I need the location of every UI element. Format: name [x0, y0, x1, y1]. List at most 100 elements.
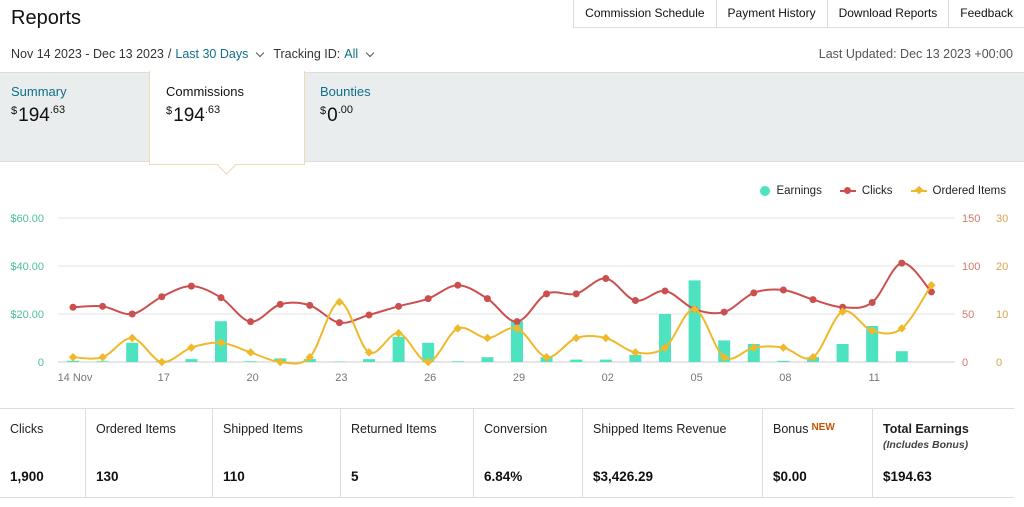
ordered-items-point — [127, 333, 137, 343]
earnings-chart: $60.00 150 30$40.00 100 20$20.00 50 100 0 014 No… — [10, 213, 1008, 384]
earnings-bar — [688, 280, 701, 362]
clicks-point — [898, 259, 906, 267]
earnings-bar — [185, 359, 198, 362]
x-tick-label: 29 — [513, 372, 525, 384]
earnings-bar — [244, 361, 257, 362]
x-tick-label: 17 — [158, 372, 170, 384]
ordered-items-point — [394, 328, 403, 338]
earnings-bar — [126, 342, 139, 362]
clicks-point — [513, 318, 521, 326]
earnings-bar — [451, 361, 464, 362]
stat-clicks: Clicks 1,900 — [0, 409, 86, 497]
ordered-items-point — [187, 343, 196, 352]
earnings-bar — [777, 360, 790, 362]
clicks-point — [483, 295, 491, 303]
y-left-tick-label: $40.00 — [10, 261, 44, 273]
clicks-point — [217, 294, 225, 302]
clicks-point — [750, 289, 758, 297]
clicks-point — [306, 301, 314, 309]
stat-shipped-items: Shipped Items 110 — [213, 409, 341, 497]
earnings-bar — [481, 357, 494, 362]
new-badge: NEW — [811, 422, 835, 433]
ordered-items-point — [483, 333, 492, 343]
stat-value: 1,900 — [10, 469, 44, 484]
stat-value: 110 — [223, 469, 245, 484]
y-right1-tick-label: 0 — [962, 357, 968, 369]
ordered-items-point — [571, 333, 581, 343]
y-right1-tick-label: 100 — [962, 261, 980, 273]
clicks-point — [335, 319, 343, 327]
clicks-point — [661, 287, 669, 295]
stat-value: 130 — [96, 469, 119, 484]
earnings-bar — [363, 359, 375, 362]
clicks-point — [69, 303, 77, 311]
clicks-point — [543, 290, 551, 298]
clicks-point — [395, 302, 403, 310]
stat-label: Bonus NEW — [773, 422, 835, 436]
stats-row: Clicks 1,900 Ordered Items 130 Shipped I… — [0, 408, 1014, 498]
stat-label: Returned Items — [351, 422, 437, 436]
clicks-point — [720, 308, 728, 316]
stat-shipped-revenue: Shipped Items Revenue $3,426.29 — [583, 409, 763, 497]
stat-returned-items: Returned Items 5 — [341, 409, 474, 497]
clicks-point — [631, 297, 639, 305]
clicks-point — [187, 282, 195, 290]
clicks-point — [454, 281, 462, 289]
clicks-point — [424, 295, 432, 303]
clicks-point — [779, 286, 787, 294]
earnings-bar — [599, 359, 612, 362]
earnings-bar — [392, 336, 405, 362]
stat-label: Shipped Items — [223, 422, 303, 436]
clicks-point — [128, 310, 136, 318]
ordered-items-point — [335, 297, 344, 307]
ordered-items-point — [601, 333, 611, 343]
stat-value: $3,426.29 — [593, 469, 654, 484]
clicks-point — [365, 311, 373, 319]
y-right2-tick-label: 30 — [996, 213, 1008, 225]
x-tick-label: 14 Nov — [58, 372, 93, 384]
stat-ordered-items: Ordered Items 130 — [86, 409, 213, 497]
stat-sublabel: (Includes Bonus) — [883, 439, 969, 451]
clicks-point — [602, 274, 610, 282]
clicks-point — [247, 318, 255, 326]
x-tick-label: 08 — [779, 372, 791, 384]
y-right2-tick-label: 10 — [996, 309, 1008, 321]
ordered-items-line — [72, 284, 933, 365]
y-right1-tick-label: 50 — [962, 309, 974, 321]
earnings-bar — [659, 314, 671, 362]
stat-value: $194.63 — [883, 469, 932, 484]
stat-label: Shipped Items Revenue — [593, 422, 727, 436]
ordered-items-point — [157, 357, 167, 367]
stat-value: 5 — [351, 469, 359, 484]
stat-value: 6.84% — [484, 469, 523, 484]
clicks-point — [809, 296, 817, 304]
clicks-point — [276, 300, 284, 308]
ordered-items-point — [246, 348, 255, 357]
x-tick-label: 23 — [335, 372, 347, 384]
earnings-bar — [570, 359, 583, 362]
y-right2-tick-label: 20 — [996, 261, 1008, 273]
x-tick-label: 11 — [868, 372, 879, 384]
stat-conversion: Conversion 6.84% — [474, 409, 583, 497]
stat-label: Ordered Items — [96, 422, 176, 436]
stat-label: Total Earnings — [883, 422, 969, 436]
x-tick-label: 05 — [690, 372, 702, 384]
y-left-tick-label: $60.00 — [10, 213, 44, 225]
clicks-point — [572, 290, 580, 298]
earnings-bar — [836, 344, 849, 362]
x-tick-label: 20 — [246, 372, 258, 384]
ordered-items-point — [68, 352, 78, 362]
clicks-point — [868, 298, 876, 306]
ordered-items-point — [779, 343, 788, 352]
stat-label: Clicks — [10, 422, 44, 436]
y-right2-tick-label: 0 — [996, 357, 1002, 369]
y-right1-tick-label: 150 — [962, 213, 980, 225]
clicks-point — [99, 302, 107, 310]
x-tick-label: 26 — [424, 372, 436, 384]
y-left-tick-label: 0 — [38, 357, 44, 369]
clicks-point — [158, 293, 166, 301]
stat-label: Conversion — [484, 422, 548, 436]
stat-bonus: Bonus NEW $0.00 — [763, 409, 873, 497]
x-tick-label: 02 — [602, 372, 614, 384]
earnings-bar — [895, 351, 908, 362]
